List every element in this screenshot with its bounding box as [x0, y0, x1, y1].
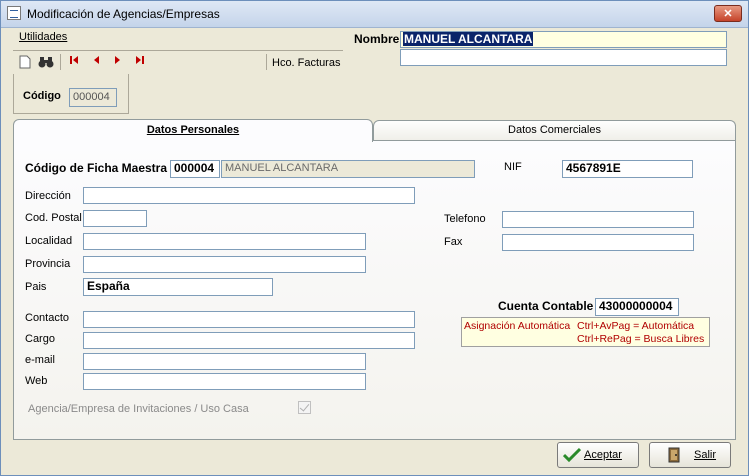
toolbar-separator: [266, 54, 267, 70]
tab-datos-comerciales[interactable]: Datos Comerciales: [373, 120, 736, 140]
nif-field[interactable]: 4567891E: [562, 160, 693, 178]
nombre-secondary-input[interactable]: [400, 49, 727, 66]
tab-datos-personales[interactable]: Datos Personales: [13, 119, 373, 142]
ficha-maestra-label: Código de Ficha Maestra: [25, 161, 168, 175]
pais-label: Pais: [25, 281, 47, 293]
ficha-code-field[interactable]: 000004: [170, 160, 220, 178]
menu-utilidades[interactable]: Utilidades: [19, 31, 67, 43]
cod-postal-field[interactable]: [83, 210, 147, 227]
nif-label: NIF: [504, 161, 522, 173]
cod-postal-label: Cod. Postal: [25, 212, 82, 224]
localidad-field[interactable]: [83, 233, 366, 250]
codigo-label: Código: [23, 90, 61, 102]
pais-field[interactable]: España: [83, 278, 273, 296]
next-record-icon[interactable]: [110, 55, 126, 71]
nombre-value: MANUEL ALCANTARA: [403, 32, 534, 46]
window-title: Modificación de Agencias/Empresas: [27, 7, 220, 21]
provincia-field[interactable]: [83, 256, 366, 273]
cuenta-contable-field[interactable]: 43000000004: [595, 298, 679, 316]
nombre-label: Nombre: [354, 32, 400, 46]
email-label: e-mail: [25, 354, 55, 366]
window-icon: [7, 6, 21, 20]
telefono-field[interactable]: [502, 211, 694, 228]
menu-bar: Utilidades: [13, 29, 343, 47]
title-bar: Modificación de Agencias/Empresas ✕: [1, 1, 748, 28]
hint-busca-libres: Ctrl+RePag = Busca Libres: [577, 333, 705, 345]
check-icon: [562, 447, 582, 463]
hco-facturas-button[interactable]: Hco. Facturas: [272, 57, 340, 69]
toolbar: Hco. Facturas: [13, 50, 343, 73]
telefono-label: Telefono: [444, 213, 486, 225]
nombre-input[interactable]: MANUEL ALCANTARA: [400, 31, 727, 48]
invitaciones-checkbox[interactable]: [298, 401, 311, 414]
salir-label: Salir: [694, 449, 717, 461]
main-window: Modificación de Agencias/Empresas ✕ Util…: [0, 0, 749, 476]
contacto-field[interactable]: [83, 311, 415, 328]
hint-asignacion-label: Asignación Automática: [464, 320, 571, 332]
cuenta-contable-label: Cuenta Contable: [498, 299, 594, 313]
cargo-field[interactable]: [83, 332, 415, 349]
email-field[interactable]: [83, 353, 366, 370]
aceptar-label: Aceptar: [584, 449, 622, 461]
first-record-icon[interactable]: [66, 55, 82, 71]
toolbar-separator: [60, 54, 61, 70]
cargo-label: Cargo: [25, 333, 55, 345]
provincia-label: Provincia: [25, 258, 71, 270]
contacto-label: Contacto: [25, 312, 70, 324]
web-field[interactable]: [83, 373, 366, 390]
invitaciones-label: Agencia/Empresa de Invitaciones / Uso Ca…: [28, 403, 249, 415]
web-label: Web: [25, 375, 48, 387]
new-document-icon[interactable]: [17, 55, 33, 71]
binoculars-icon[interactable]: [38, 55, 54, 71]
hint-automatica: Ctrl+AvPag = Automática: [577, 320, 695, 332]
salir-button[interactable]: Salir: [649, 442, 731, 468]
exit-door-icon: [666, 447, 684, 463]
close-button[interactable]: ✕: [714, 5, 742, 22]
aceptar-button[interactable]: Aceptar: [557, 442, 639, 468]
fax-field[interactable]: [502, 234, 694, 251]
asignacion-hint: Asignación Automática Ctrl+AvPag = Autom…: [461, 317, 710, 347]
previous-record-icon[interactable]: [88, 55, 104, 71]
last-record-icon[interactable]: [132, 55, 148, 71]
localidad-label: Localidad: [25, 235, 73, 247]
direccion-field[interactable]: [83, 187, 415, 204]
direccion-label: Dirección: [25, 190, 71, 202]
fax-label: Fax: [444, 236, 463, 248]
ficha-name-field: MANUEL ALCANTARA: [221, 160, 475, 178]
codigo-field[interactable]: 000004: [69, 88, 117, 107]
